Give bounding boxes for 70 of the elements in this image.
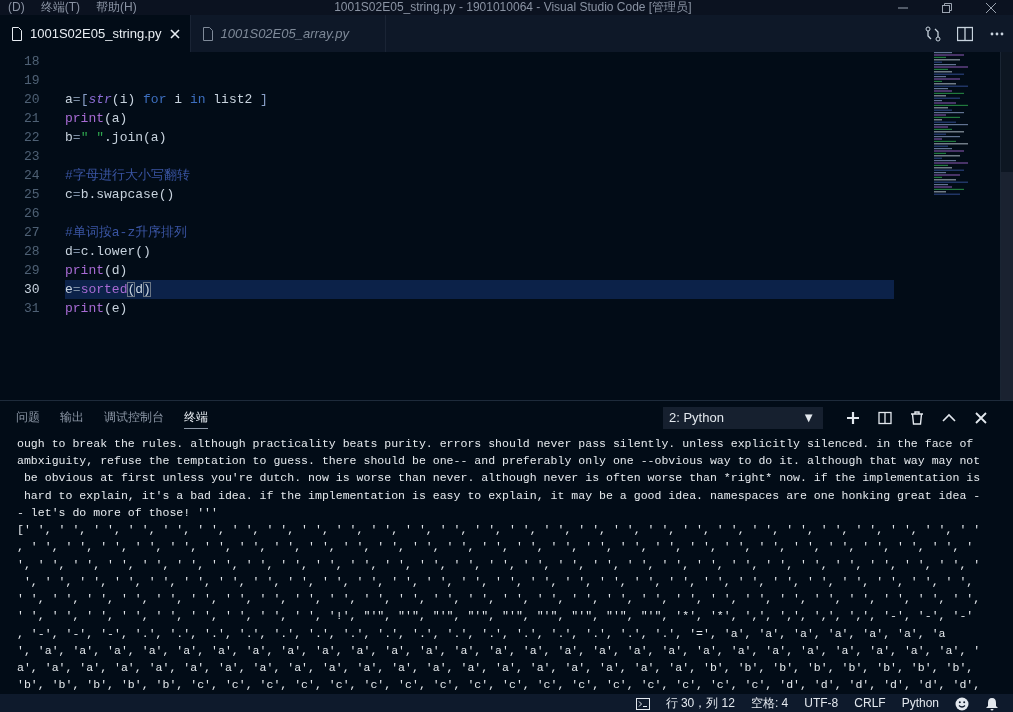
terminal-icon[interactable] [635,697,650,710]
terminal-line: ' ', ' ', ' ', ' ', ' ', ' ', ' ', ' ', ' ', ' ', ' ', ' ', ' ', ' ', ' ', ' ', ' ', ' ', ' ', ' ', ' ', ' ', ' ', ' ', ' ', ' ', ' ', ' ', [17,591,982,608]
trash-icon[interactable] [910,410,924,425]
line-number: 26 [23,204,41,223]
terminal-line: , '-', '-', '-', '.', '.', '.', '.', '.', '.', '.', '.', '.', '.', '.', '.', '.', '.', '.', '.', '=', 'a', 'a', 'a', 'a', 'a', 'a', 'a [17,625,947,642]
editor-tab[interactable]: 1001S02E05_array.py [190,15,386,52]
smiley-icon[interactable] [955,696,969,711]
terminal-line: ', ' ', ' ', ' ', ' ', ' ', ' ', ' ', ' ', ' ', ' ', ' ', ' ', ' ', ' ', ' ', ' ', ' ', ' ', ' ', ' ', ' ', ' ', ' ', ' ', ' ', ' ', ' ', [22,573,975,590]
line-number: 18 [23,52,41,71]
menu-item[interactable]: (D) [0,0,33,16]
line-number: 25 [23,185,41,204]
terminal-line: ', 'a', 'a', 'a', 'a', 'a', 'a', 'a', 'a', 'a', 'a', 'a', 'a', 'a', 'a', 'a', 'a', 'a', 'a', 'a', 'a', 'a', 'a', 'a', 'a', 'a', 'a', 'a', ' [17,642,982,659]
editor-tab[interactable]: 1001S02E05_string.py [0,15,191,52]
code-line: a=[str(i) for i in list2 ] [65,91,268,107]
code-line: #字母进行大小写翻转 [65,167,190,183]
bell-icon[interactable] [985,696,999,711]
indentation[interactable]: 空格: 4 [750,693,789,712]
line-ending[interactable]: CRLF [854,693,886,712]
terminal-line: ambxiguity, refuse the temptation to guess. there should be one-- and preferably only one --obvious way to do it. although that way may not [17,453,982,470]
code-line: b=" ".join(a) [65,129,167,145]
terminal-line: [' ', ' ', ' ', ' ', ' ', ' ', ' ', ' ', ' ', ' ', ' ', ' ', ' ', ' ', ' ', ' ', ' ', ' ', ' ', ' ', ' ', ' ', ' ', ' ', ' ', ' ', ' ', ' ' [17,522,982,539]
file-icon [200,26,213,41]
code-line: print(d) [65,262,128,278]
line-number: 28 [23,242,41,261]
panel-tab[interactable]: 问题 [16,406,40,430]
terminal-line: - let's do more of those! ''' [17,504,219,521]
terminal-dropdown[interactable]: 2: Python ▼ [663,406,823,429]
terminal-line: , ' ', ' ', ' ', ' ', ' ', ' ', ' ', ' ', ' ', ' ', ' ', ' ', ' ', ' ', ' ', ' ', ' ', ' ', ' ', ' ', ' ', ' ', ' ', ' ', ' ', ' ', ' ', ' [17,539,975,556]
code-line: c=b.swapcase() [65,186,175,202]
line-number: 19 [23,71,41,90]
panel-tab[interactable]: 调试控制台 [104,406,164,430]
line-number: 27 [23,223,41,242]
line-number: 22 [23,128,41,147]
code-line: e=sorted(d) [65,281,151,297]
terminal-line: ' ', ' ', ' ', ' ', ' ', ' ', ' ', ' ', ' ', '!', "'", "'", "'", "'", "'", "'", "'", "'", "'", '*', '*', ',', ',', ',', ',', '-', '-', '-' [17,608,975,625]
terminal-line: a', 'a', 'a', 'a', 'a', 'a', 'a', 'a', 'a', 'a', 'a', 'a', 'a', 'a', 'a', 'a', 'a', 'a', 'a', 'a', 'b', 'b', 'b', 'b', 'b', 'b', 'b', 'b', [17,660,975,677]
line-number: 29 [23,261,41,280]
encoding[interactable]: UTF-8 [804,693,839,712]
terminal-line: ough to break the rules. although practicality beats purity. errors should never pass silently. unless explicitly silenced. in the face of [17,435,975,452]
restore-icon[interactable] [942,2,952,13]
code-line: #单词按a-z升序排列 [65,224,188,240]
line-number: 20 [23,90,41,109]
split-editor-icon[interactable] [957,25,973,42]
panel-tab[interactable]: 输出 [60,406,84,430]
close-icon[interactable] [986,2,996,13]
line-number: 31 [23,299,41,318]
line-number: 21 [23,109,41,128]
line-number: 23 [23,147,41,166]
line-number: 30 [23,280,41,299]
window-title: 1001S02E05_string.py - 1901010064 - Visual Studio Code [管理员] [333,0,693,16]
split-terminal-icon[interactable] [878,410,892,425]
language-mode[interactable]: Python [901,693,939,712]
more-icon[interactable] [990,31,1004,36]
line-number: 24 [23,166,41,185]
code-line: d=c.lower() [65,243,151,259]
code-line: print(e) [65,300,128,316]
panel-tab[interactable]: 终端 [184,406,208,430]
terminal-line: ', ' ', ' ', ' ', ' ', ' ', ' ', ' ', ' ', ' ', ' ', ' ', ' ', ' ', ' ', ' ', ' ', ' ', ' ', ' ', ' ', ' ', ' ', ' ', ' ', ' ', ' ', ' ', ' [17,556,982,573]
menu-item[interactable]: 终端(T) [32,0,88,16]
file-icon [10,26,22,41]
terminal-line: hard to explain, it's a bad idea. if the implementation is easy to explain, it may be a good idea. namespaces are one honking great idea - [22,487,982,504]
code-line: print(a) [65,110,128,126]
compare-icon[interactable] [925,25,941,42]
terminal-line: be obvious at first unless you're dutch. now is worse than never. although never is often worse than *right* now. if the implementation is [22,470,982,487]
menu-item[interactable]: 帮助(H) [88,0,145,16]
plus-icon[interactable] [846,410,860,425]
terminal-line: 'b', 'b', 'b', 'b', 'b', 'c', 'c', 'c', 'c', 'c', 'c', 'c', 'c', 'c', 'c', 'c', 'c', 'c', 'c', 'c', 'c', 'c', 'd', 'd', 'd', 'd', 'd', 'd', [17,677,982,694]
cursor-position[interactable]: 行 30，列 12 [665,693,735,712]
scrollbar-thumb[interactable] [1001,171,1013,400]
close-icon[interactable] [974,410,988,425]
